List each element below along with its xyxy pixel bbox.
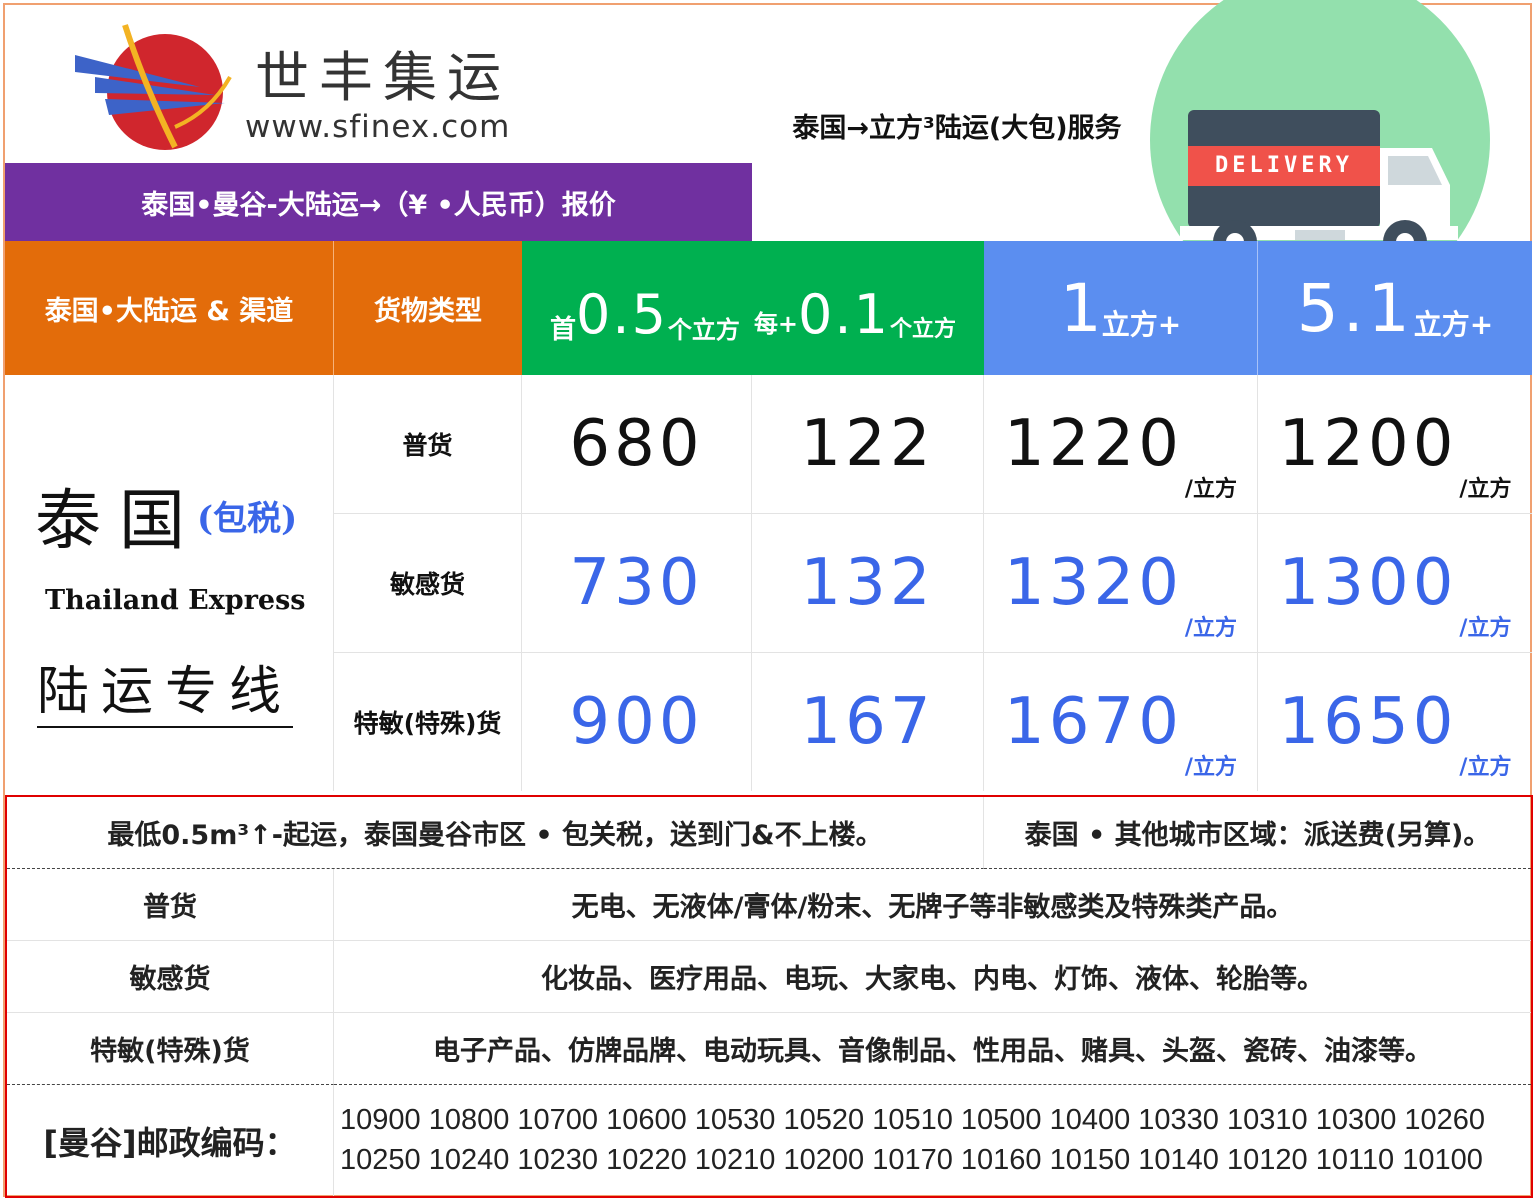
first-unit: 个立方 — [667, 315, 740, 344]
column-header-first-each: 首 0.5 个立方 每+ 0.1 个立方 — [522, 241, 984, 375]
brand-url: www.sfinex.com — [245, 109, 511, 145]
category-1-name: 普货 — [7, 869, 334, 941]
rate-row-1-tier1-value: 1220 — [1004, 407, 1183, 481]
rate-row-3-tier1-value: 1670 — [1004, 685, 1183, 759]
quote-banner: 泰国•曼谷-大陆运→（¥ •人民币）报价 — [5, 163, 752, 241]
rate-row-3-each: 167 — [752, 653, 984, 791]
tier2-value: 5.1 — [1296, 269, 1414, 347]
first-prefix: 首 — [550, 314, 577, 345]
postcode-line-1: 10900 10800 10700 10600 10530 10520 1051… — [340, 1104, 1486, 1136]
rate-row-1-tier2-unit: /立方 — [1459, 477, 1512, 502]
rate-row-3-type: 特敏(特殊)货 — [334, 653, 522, 791]
rate-row-1-each: 122 — [752, 375, 984, 514]
rate-row-1-tier1-unit: /立方 — [1184, 477, 1237, 502]
rate-row-2-first: 730 — [522, 514, 752, 653]
note-other-city-text: 泰国 • 其他城市区域：派送费(另算)。 — [1024, 820, 1491, 851]
rate-row-2-tier2: 1300 /立方 — [1258, 514, 1532, 653]
channel-tax-note: (包税) — [197, 498, 298, 539]
rate-row-2-tier2-value: 1300 — [1278, 546, 1458, 620]
column-header-tier1: 1 立方+ — [984, 241, 1258, 375]
category-2-desc: 化妆品、医疗用品、电玩、大家电、内电、灯饰、液体、轮胎等。 — [334, 941, 1531, 1013]
rate-row-2-tier2-unit: /立方 — [1459, 616, 1512, 641]
tier1-unit: 立方+ — [1101, 308, 1182, 341]
each-unit: 个立方 — [889, 317, 956, 342]
channel-country-line: 泰国 (包税) — [35, 467, 297, 563]
delivery-truck-icon: DELIVERY — [1150, 0, 1490, 280]
channel-line-name: 陆运专线 — [37, 649, 294, 728]
column-header-cargo-type: 货物类型 — [334, 241, 522, 375]
rate-row-3-tier2-value: 1650 — [1278, 685, 1458, 759]
rate-row-1-tier2: 1200 /立方 — [1258, 375, 1532, 514]
rate-row-1-tier2-value: 1200 — [1278, 407, 1458, 481]
category-3-desc: 电子产品、仿牌品牌、电动玩具、音像制品、性用品、赌具、头盔、瓷砖、油漆等。 — [334, 1013, 1531, 1085]
rate-row-2-tier1-value: 1320 — [1004, 546, 1183, 620]
column-header-tier2: 5.1 立方+ — [1258, 241, 1532, 375]
logo-icon — [75, 24, 232, 150]
first-value: 0.5 — [576, 282, 668, 346]
tier1-value: 1 — [1059, 269, 1102, 347]
channel-express-en: Thailand Express — [45, 585, 306, 616]
postcode-line-2: 10250 10240 10230 10220 10210 10200 1017… — [340, 1144, 1483, 1176]
channel-country: 泰国 — [35, 482, 203, 559]
column-header-channel: 泰国•大陆运 & 渠道 — [5, 241, 334, 375]
postcode-label: [曼谷]邮政编码： — [7, 1085, 334, 1196]
rate-row-2-tier1-unit: /立方 — [1184, 616, 1237, 641]
rate-row-2-each: 132 — [752, 514, 984, 653]
service-title: 泰国→立方³陆运(大包)服务 — [792, 112, 1122, 144]
rate-row-1-tier1: 1220 /立方 — [984, 375, 1258, 514]
rate-row-3-first: 900 — [522, 653, 752, 791]
category-2-name: 敏感货 — [7, 941, 334, 1013]
category-3-name: 特敏(特殊)货 — [7, 1013, 334, 1085]
note-min-shipping-text: 最低0.5m³↑-起运，泰国曼谷市区 • 包关税，送到门&不上楼。 — [107, 820, 883, 851]
rate-row-2-tier1: 1320 /立方 — [984, 514, 1258, 653]
rate-row-3-tier2: 1650 /立方 — [1258, 653, 1532, 791]
tier2-unit: 立方+ — [1413, 308, 1494, 341]
rate-row-3-tier1: 1670 /立方 — [984, 653, 1258, 791]
note-min-shipping: 最低0.5m³↑-起运，泰国曼谷市区 • 包关税，送到门&不上楼。 — [7, 797, 984, 869]
channel-block: 泰国 (包税) Thailand Express 陆运专线 — [5, 375, 334, 791]
rate-row-2-type: 敏感货 — [334, 514, 522, 653]
brand-name: 世丰集运 — [255, 46, 511, 109]
delivery-label: DELIVERY — [1215, 153, 1353, 178]
postcode-list: 10900 10800 10700 10600 10530 10520 1051… — [340, 1100, 1525, 1190]
category-1-desc: 无电、无液体/膏体/粉末、无牌子等非敏感类及特殊类产品。 — [334, 869, 1531, 941]
logo-area: 世丰集运 www.sfinex.com — [5, 5, 752, 163]
rate-row-1-type: 普货 — [334, 375, 522, 514]
rate-row-3-tier2-unit: /立方 — [1459, 755, 1512, 780]
each-prefix: 每+ — [753, 309, 799, 338]
each-value: 0.1 — [798, 282, 890, 346]
rate-row-3-tier1-unit: /立方 — [1184, 755, 1237, 780]
note-other-city: 泰国 • 其他城市区域：派送费(另算)。 — [984, 797, 1531, 869]
rate-row-1-first: 680 — [522, 375, 752, 514]
